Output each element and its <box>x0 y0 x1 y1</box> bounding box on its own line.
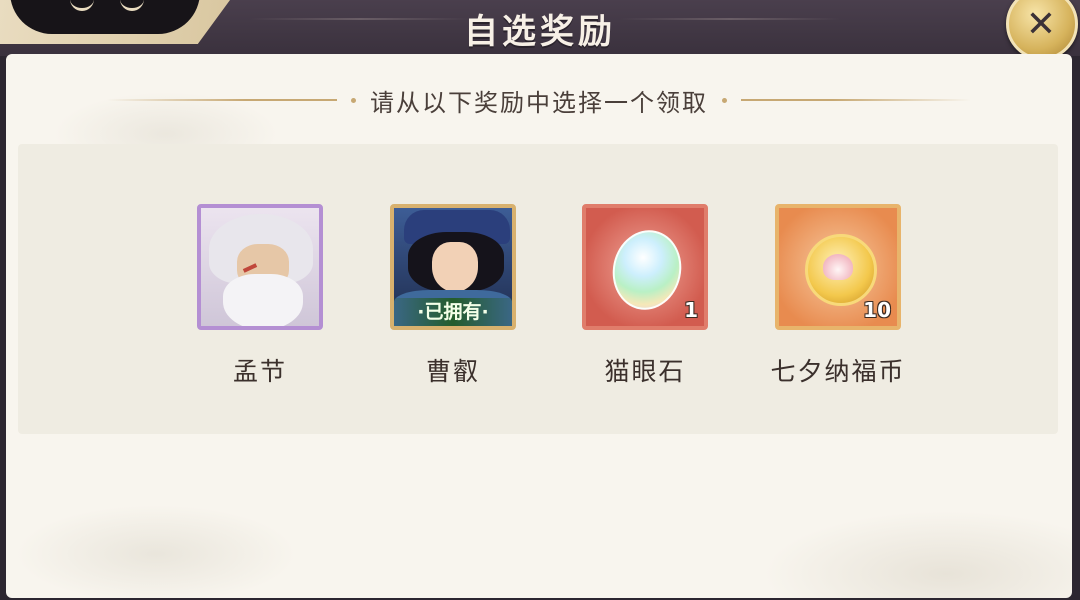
title-bar: 自选奖励 ✕ <box>0 0 1080 60</box>
reward-name: 孟节 <box>232 357 287 386</box>
owned-badge: ·已拥有· <box>394 298 512 326</box>
subtitle-divider-left <box>107 99 337 101</box>
reward-item-cats-eye[interactable]: 1 猫眼石 <box>560 204 730 388</box>
hero-portrait-mengjie <box>197 204 323 330</box>
item-count: 10 <box>863 298 891 322</box>
reward-name: 曹叡 <box>425 357 480 386</box>
reward-name: 猫眼石 <box>604 357 686 386</box>
subtitle-dot-right <box>722 97 727 103</box>
reward-item-coin[interactable]: 10 七夕纳福币 <box>753 204 923 388</box>
subtitle: 请从以下奖励中选择一个领取 <box>370 88 708 117</box>
close-icon: ✕ <box>1025 4 1057 45</box>
cats-eye-gem-icon: 1 <box>582 204 708 330</box>
reward-item-caorui[interactable]: ·已拥有· 曹叡 <box>368 204 538 388</box>
lotus-coin-icon: 10 <box>775 204 901 330</box>
subtitle-divider-right <box>741 99 971 101</box>
reward-list: 孟节 ·已拥有· 曹叡 1 猫眼石 10 七夕纳福币 <box>18 144 1058 434</box>
subtitle-dot-left <box>351 97 356 103</box>
hero-portrait-caorui: ·已拥有· <box>390 204 516 330</box>
reward-panel: 请从以下奖励中选择一个领取 孟节 ·已拥有· 曹叡 1 猫眼石 10 七夕纳福币 <box>6 54 1072 598</box>
subtitle-row: 请从以下奖励中选择一个领取 <box>6 84 1072 117</box>
reward-name: 七夕纳福币 <box>770 357 906 386</box>
reward-item-mengjie[interactable]: 孟节 <box>175 204 345 388</box>
page-title: 自选奖励 <box>464 12 616 52</box>
item-count: 1 <box>684 298 698 322</box>
